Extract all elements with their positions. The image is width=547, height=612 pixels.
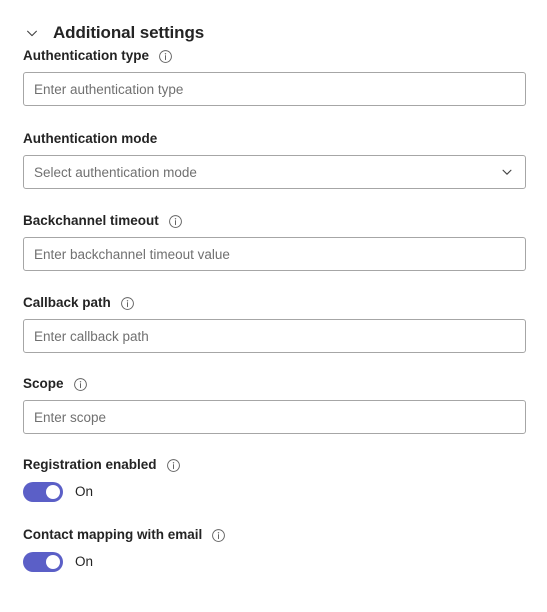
field-authentication-mode: Authentication mode Select authenticatio…	[23, 129, 547, 189]
info-icon-backchannel-timeout[interactable]	[168, 214, 183, 229]
label-row-contact-mapping-with-email: Contact mapping with email	[23, 525, 547, 545]
info-icon-authentication-type[interactable]	[158, 49, 173, 64]
toggle-knob	[46, 555, 60, 569]
authentication-mode-dropdown[interactable]: Select authentication mode	[23, 155, 526, 189]
info-icon-contact-mapping-with-email[interactable]	[211, 528, 226, 543]
callback-path-input[interactable]	[23, 319, 526, 353]
authentication-type-input[interactable]	[23, 72, 526, 106]
settings-form: Authentication type Authentication mode	[0, 46, 547, 573]
registration-enabled-state-label: On	[75, 484, 94, 499]
label-row-authentication-type: Authentication type	[23, 46, 547, 66]
backchannel-timeout-input[interactable]	[23, 237, 526, 271]
toggle-row-contact-mapping-with-email: On	[23, 551, 547, 573]
section-header-additional-settings[interactable]: Additional settings	[0, 0, 547, 46]
field-label-authentication-mode: Authentication mode	[23, 131, 158, 146]
field-registration-enabled: Registration enabled On	[23, 455, 547, 503]
page-title: Additional settings	[53, 23, 205, 42]
field-callback-path: Callback path	[23, 293, 547, 353]
field-label-authentication-type: Authentication type	[23, 48, 150, 63]
info-icon-registration-enabled[interactable]	[166, 458, 181, 473]
label-row-registration-enabled: Registration enabled	[23, 455, 547, 475]
field-label-contact-mapping-with-email: Contact mapping with email	[23, 527, 203, 542]
contact-mapping-with-email-toggle[interactable]	[23, 552, 63, 572]
field-label-scope: Scope	[23, 376, 64, 391]
toggle-row-registration-enabled: On	[23, 481, 547, 503]
info-icon-callback-path[interactable]	[120, 296, 135, 311]
info-icon-scope[interactable]	[73, 377, 88, 392]
field-contact-mapping-with-email: Contact mapping with email On	[23, 525, 547, 573]
registration-enabled-toggle[interactable]	[23, 482, 63, 502]
authentication-mode-dropdown-box[interactable]: Select authentication mode	[23, 155, 526, 189]
label-row-backchannel-timeout: Backchannel timeout	[23, 211, 547, 231]
additional-settings-panel: Additional settings Authentication type	[0, 0, 547, 612]
toggle-knob	[46, 485, 60, 499]
chevron-down-icon[interactable]	[499, 164, 515, 180]
field-authentication-type: Authentication type	[23, 46, 547, 106]
chevron-down-icon[interactable]	[22, 23, 42, 43]
label-row-callback-path: Callback path	[23, 293, 547, 313]
label-row-authentication-mode: Authentication mode	[23, 129, 547, 149]
field-label-registration-enabled: Registration enabled	[23, 457, 157, 472]
scope-input[interactable]	[23, 400, 526, 434]
field-backchannel-timeout: Backchannel timeout	[23, 211, 547, 271]
field-label-callback-path: Callback path	[23, 295, 111, 310]
label-row-scope: Scope	[23, 374, 547, 394]
field-scope: Scope	[23, 374, 547, 434]
authentication-mode-selected-value: Select authentication mode	[34, 164, 197, 180]
field-label-backchannel-timeout: Backchannel timeout	[23, 213, 159, 228]
contact-mapping-with-email-state-label: On	[75, 554, 94, 569]
